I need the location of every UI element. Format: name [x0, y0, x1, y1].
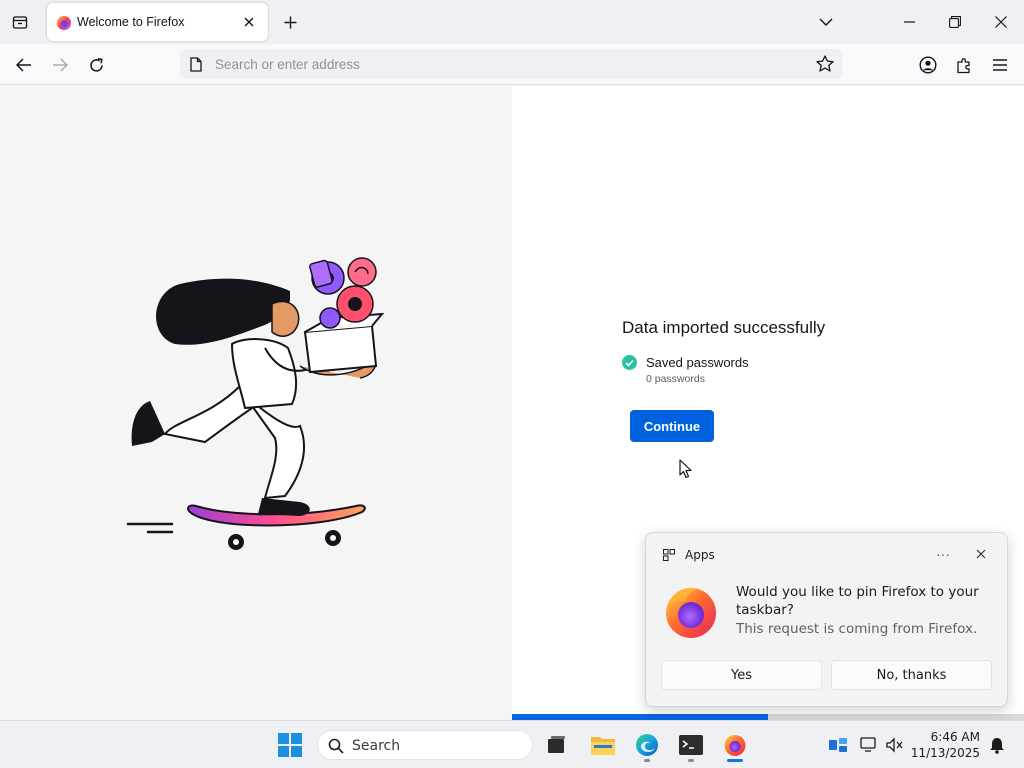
chevron-down-icon[interactable]	[806, 8, 846, 36]
taskbar-search-label: Search	[352, 738, 401, 754]
taskbar: Search 6:46 AM 11/13/2025	[0, 720, 1024, 768]
close-icon[interactable]	[981, 8, 1021, 36]
saved-passwords-label: Saved passwords	[646, 355, 749, 370]
yes-button[interactable]: Yes	[661, 660, 822, 690]
widgets-icon[interactable]	[827, 734, 849, 756]
account-icon[interactable]	[914, 52, 942, 78]
forward-icon[interactable]	[46, 52, 74, 78]
running-indicator	[644, 759, 650, 762]
more-icon[interactable]: ···	[932, 545, 954, 563]
no-thanks-button[interactable]: No, thanks	[831, 660, 992, 690]
back-icon[interactable]	[10, 52, 38, 78]
notification-app-name: Apps	[685, 548, 715, 562]
edge-icon[interactable]	[630, 728, 664, 762]
network-icon[interactable]	[858, 734, 880, 756]
clock-time[interactable]: 6:46 AM	[918, 730, 980, 744]
import-success-heading: Data imported successfully	[622, 318, 826, 337]
navigation-toolbar: Search or enter address	[0, 44, 1024, 85]
tab-strip: Welcome to Firefox	[0, 0, 1024, 44]
page-icon	[190, 57, 202, 72]
plus-icon[interactable]	[279, 11, 301, 33]
running-indicator	[688, 759, 694, 762]
close-icon[interactable]	[972, 545, 990, 563]
check-icon	[622, 355, 637, 370]
tab-list-icon[interactable]	[4, 8, 36, 36]
welcome-illustration-panel	[0, 86, 512, 720]
windows-start-icon[interactable]	[273, 728, 307, 762]
firefox-icon	[666, 587, 716, 638]
notification-bell-icon[interactable]	[986, 734, 1008, 756]
terminal-icon[interactable]	[674, 728, 708, 762]
taskbar-search[interactable]: Search	[317, 730, 533, 760]
volume-muted-icon[interactable]	[884, 734, 906, 756]
close-icon[interactable]	[239, 12, 259, 32]
file-explorer-icon[interactable]	[586, 728, 620, 762]
firefox-icon[interactable]	[718, 728, 752, 762]
mouse-cursor-icon	[679, 459, 692, 479]
skateboarder-illustration	[126, 257, 385, 550]
url-placeholder[interactable]: Search or enter address	[215, 57, 360, 72]
pin-to-taskbar-notification: Apps ··· Would you like to pin Firefox t…	[645, 532, 1008, 707]
task-view-icon[interactable]	[540, 728, 574, 762]
minimize-icon[interactable]	[889, 8, 929, 36]
apps-icon	[663, 549, 675, 561]
continue-button[interactable]: Continue	[630, 410, 714, 442]
notification-subtext: This request is coming from Firefox.	[736, 621, 978, 637]
url-bar[interactable]: Search or enter address	[180, 49, 842, 79]
extensions-icon[interactable]	[950, 52, 978, 78]
search-icon	[328, 738, 344, 754]
firefox-icon	[57, 16, 71, 30]
saved-passwords-count: 0 passwords	[646, 373, 705, 385]
notification-message: Would you like to pin Firefox to your ta…	[736, 584, 979, 618]
clock-date[interactable]: 11/13/2025	[910, 746, 980, 760]
reload-icon[interactable]	[82, 52, 110, 78]
tab-welcome[interactable]: Welcome to Firefox	[47, 3, 268, 41]
star-icon[interactable]	[816, 55, 834, 72]
active-indicator	[727, 759, 743, 762]
menu-icon[interactable]	[986, 52, 1014, 78]
tab-title: Welcome to Firefox	[77, 15, 185, 29]
restore-icon[interactable]	[935, 8, 975, 36]
